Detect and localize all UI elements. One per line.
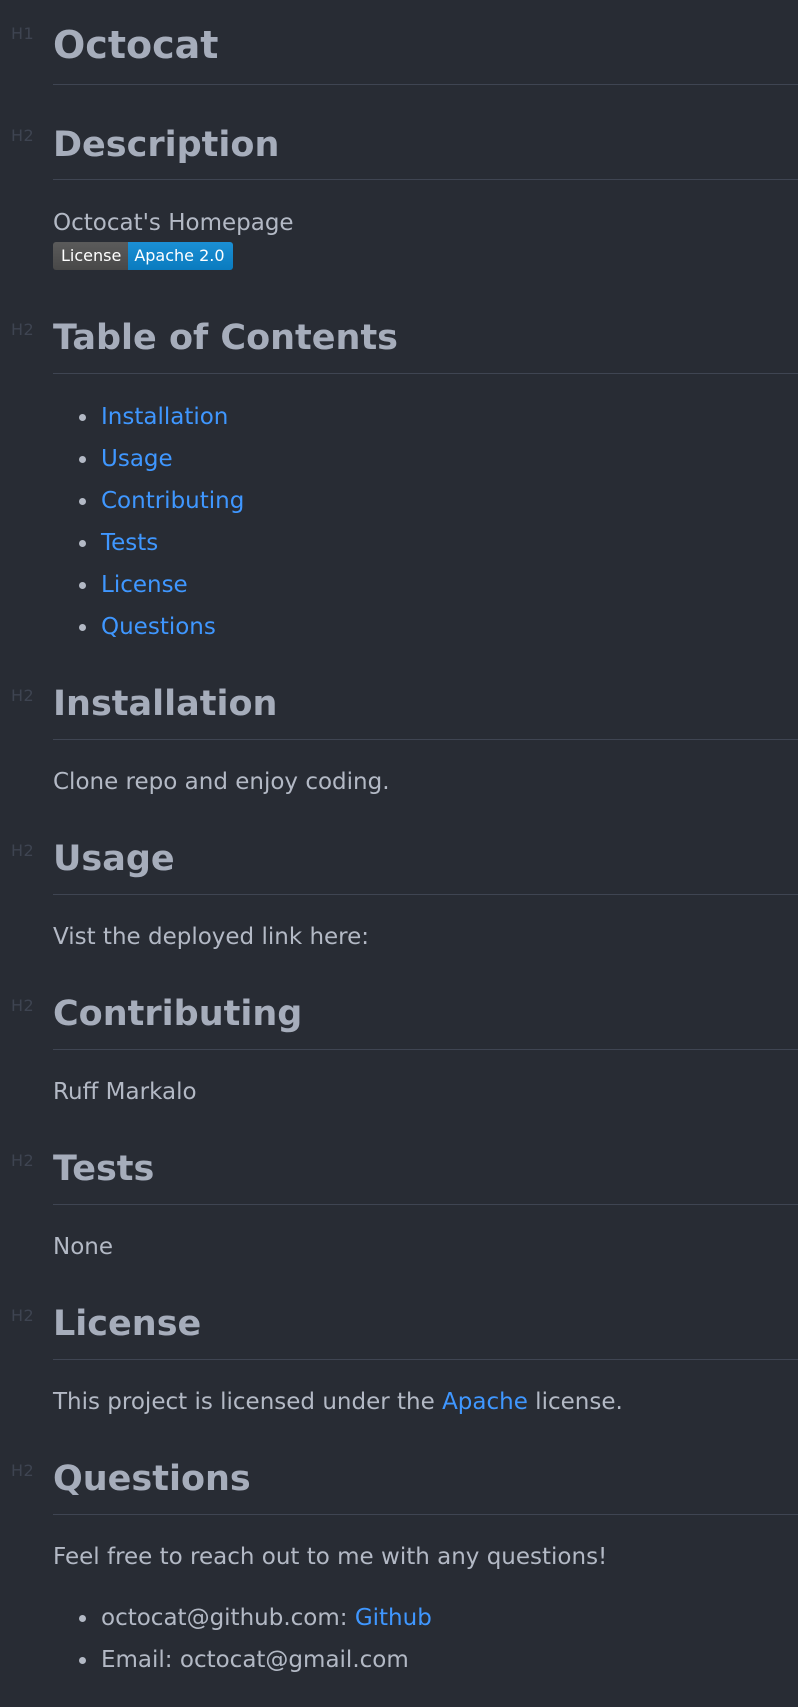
heading-divider (53, 84, 798, 85)
usage-text: Vist the deployed link here: (53, 924, 370, 950)
questions-heading: Questions (53, 1459, 251, 1499)
apache-link[interactable]: Apache (442, 1389, 528, 1415)
github-contact-item: octocat@github.com: Github (53, 1597, 432, 1639)
heading-level-marker: H1 (11, 24, 35, 43)
heading-level-marker: H2 (11, 320, 35, 339)
email-contact-item: Email: octocat@gmail.com (53, 1639, 432, 1681)
contact-list: octocat@github.com: Github Email: octoca… (53, 1597, 432, 1681)
heading-level-marker: H2 (11, 1306, 35, 1325)
license-text-after: license. (527, 1389, 623, 1415)
usage-heading: Usage (53, 839, 175, 879)
heading-divider (53, 894, 798, 895)
license-text-before: This project is licensed under the (53, 1389, 443, 1415)
toc-link-license[interactable]: License (101, 572, 188, 598)
toc-item-license: License (53, 564, 244, 606)
toc-item-installation: Installation (53, 396, 244, 438)
heading-divider (53, 373, 798, 374)
toc-link-questions[interactable]: Questions (101, 614, 216, 640)
heading-divider (53, 1049, 798, 1050)
toc-item-contributing: Contributing (53, 480, 244, 522)
contributing-heading: Contributing (53, 994, 303, 1034)
license-text: This project is licensed under the Apach… (53, 1385, 623, 1419)
questions-text: Feel free to reach out to me with any qu… (53, 1544, 608, 1570)
badge-label: License (53, 242, 129, 270)
license-badge: License Apache 2.0 (53, 242, 233, 270)
heading-level-marker: H2 (11, 686, 35, 705)
toc-item-tests: Tests (53, 522, 244, 564)
toc-link-contributing[interactable]: Contributing (101, 488, 244, 514)
heading-level-marker: H2 (11, 841, 35, 860)
license-heading: License (53, 1304, 202, 1344)
email-contact-text: Email: octocat@gmail.com (101, 1647, 409, 1673)
heading-level-marker: H2 (11, 1461, 35, 1480)
toc-item-usage: Usage (53, 438, 244, 480)
toc-list: Installation Usage Contributing Tests Li… (53, 396, 244, 648)
contributing-text: Ruff Markalo (53, 1079, 197, 1105)
tests-text: None (53, 1234, 114, 1260)
heading-divider (53, 179, 798, 180)
page-title: Octocat (53, 23, 219, 67)
heading-level-marker: H2 (11, 126, 35, 145)
description-heading: Description (53, 125, 280, 165)
installation-heading: Installation (53, 684, 278, 724)
heading-divider (53, 739, 798, 740)
toc-heading: Table of Contents (53, 318, 399, 358)
tests-heading: Tests (53, 1149, 155, 1189)
description-text: Octocat's Homepage (53, 210, 294, 236)
heading-divider (53, 1204, 798, 1205)
toc-link-tests[interactable]: Tests (101, 530, 158, 556)
installation-text: Clone repo and enjoy coding. (53, 769, 390, 795)
heading-level-marker: H2 (11, 1151, 35, 1170)
github-link[interactable]: Github (355, 1605, 432, 1631)
toc-link-usage[interactable]: Usage (101, 446, 173, 472)
toc-link-installation[interactable]: Installation (101, 404, 228, 430)
heading-divider (53, 1514, 798, 1515)
badge-value: Apache 2.0 (128, 242, 233, 270)
github-contact-prefix: octocat@github.com: (101, 1605, 355, 1631)
toc-item-questions: Questions (53, 606, 244, 648)
heading-divider (53, 1359, 798, 1360)
heading-level-marker: H2 (11, 996, 35, 1015)
